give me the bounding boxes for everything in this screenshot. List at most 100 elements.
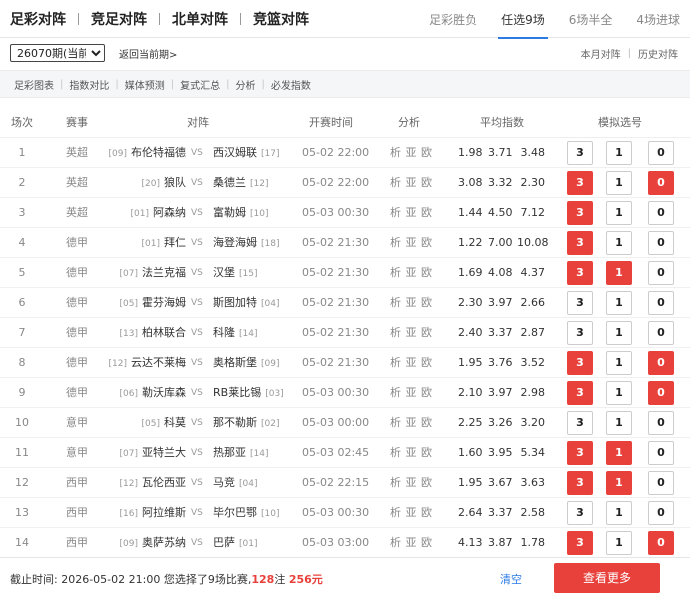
away-team[interactable]: 毕尔巴鄂 [10]: [213, 498, 279, 529]
pick-draw-button[interactable]: 1: [606, 501, 632, 525]
pick-win-button[interactable]: 3: [567, 171, 593, 195]
away-team[interactable]: 桑德兰 [12]: [213, 168, 268, 199]
analysis-links[interactable]: 析 亚 欧: [390, 198, 432, 228]
home-team[interactable]: [07] 亚特兰大: [120, 438, 186, 469]
month-matches-link[interactable]: 本月对阵: [581, 46, 621, 61]
analysis-links[interactable]: 析 亚 欧: [390, 258, 432, 288]
pick-draw-button[interactable]: 1: [606, 201, 632, 225]
pick-draw-button[interactable]: 1: [606, 351, 632, 375]
pick-win-button[interactable]: 3: [567, 531, 593, 555]
home-team[interactable]: [16] 阿拉维斯: [120, 498, 186, 529]
analysis-links[interactable]: 析 亚 欧: [390, 468, 432, 498]
home-team[interactable]: [05] 霍芬海姆: [120, 288, 186, 319]
clear-button[interactable]: 清空: [500, 571, 522, 587]
home-team[interactable]: [12] 云达不莱梅: [109, 348, 186, 379]
away-team[interactable]: 斯图加特 [04]: [213, 288, 279, 319]
pick-lose-button[interactable]: 0: [648, 321, 674, 345]
away-team[interactable]: 巴萨 [01]: [213, 528, 257, 559]
home-team[interactable]: [01] 拜仁: [142, 228, 186, 259]
pick-win-button[interactable]: 3: [567, 411, 593, 435]
pick-draw-button[interactable]: 1: [606, 291, 632, 315]
pick-lose-button[interactable]: 0: [648, 351, 674, 375]
away-team[interactable]: 热那亚 [14]: [213, 438, 268, 469]
pick-lose-button[interactable]: 0: [648, 501, 674, 525]
home-team[interactable]: [01] 阿森纳: [131, 198, 186, 229]
pick-win-button[interactable]: 3: [567, 291, 593, 315]
pick-draw-button[interactable]: 1: [606, 411, 632, 435]
home-team[interactable]: [12] 瓦伦西亚: [120, 468, 186, 499]
main-tab-jinglan[interactable]: 竞篮对阵: [253, 9, 309, 29]
pick-draw-button[interactable]: 1: [606, 321, 632, 345]
pick-lose-button[interactable]: 0: [648, 471, 674, 495]
pick-draw-button[interactable]: 1: [606, 231, 632, 255]
pick-lose-button[interactable]: 0: [648, 411, 674, 435]
pick-lose-button[interactable]: 0: [648, 441, 674, 465]
tool-analysis[interactable]: 分析: [236, 77, 256, 92]
tool-odds-compare[interactable]: 指数对比: [69, 77, 109, 92]
analysis-links[interactable]: 析 亚 欧: [390, 168, 432, 198]
analysis-links[interactable]: 析 亚 欧: [390, 318, 432, 348]
tool-betfair-index[interactable]: 必发指数: [271, 77, 311, 92]
pick-draw-button[interactable]: 1: [606, 531, 632, 555]
pick-lose-button[interactable]: 0: [648, 171, 674, 195]
analysis-links[interactable]: 析 亚 欧: [390, 228, 432, 258]
tool-media-forecast[interactable]: 媒体预测: [125, 77, 165, 92]
analysis-links[interactable]: 析 亚 欧: [390, 498, 432, 528]
sub-tab-banquan[interactable]: 6场半全: [569, 0, 613, 38]
pick-win-button[interactable]: 3: [567, 381, 593, 405]
view-more-button[interactable]: 查看更多: [554, 563, 660, 593]
sub-tab-renxuan9[interactable]: 任选9场: [498, 0, 548, 39]
pick-draw-button[interactable]: 1: [606, 141, 632, 165]
main-tab-beidan[interactable]: 北单对阵: [172, 9, 228, 29]
pick-draw-button[interactable]: 1: [606, 381, 632, 405]
pick-win-button[interactable]: 3: [567, 141, 593, 165]
pick-win-button[interactable]: 3: [567, 321, 593, 345]
away-team[interactable]: 那不勒斯 [02]: [213, 408, 279, 439]
pick-lose-button[interactable]: 0: [648, 531, 674, 555]
analysis-links[interactable]: 析 亚 欧: [390, 138, 432, 168]
main-tab-zucai[interactable]: 足彩对阵: [10, 9, 66, 29]
away-team[interactable]: 汉堡 [15]: [213, 258, 257, 289]
pick-draw-button[interactable]: 1: [606, 261, 632, 285]
history-matches-link[interactable]: 历史对阵: [638, 46, 678, 61]
analysis-links[interactable]: 析 亚 欧: [390, 528, 432, 558]
pick-lose-button[interactable]: 0: [648, 291, 674, 315]
pick-lose-button[interactable]: 0: [648, 231, 674, 255]
pick-win-button[interactable]: 3: [567, 231, 593, 255]
away-team[interactable]: 富勒姆 [10]: [213, 198, 268, 229]
home-team[interactable]: [13] 柏林联合: [120, 318, 186, 349]
pick-draw-button[interactable]: 1: [606, 171, 632, 195]
home-team[interactable]: [07] 法兰克福: [120, 258, 186, 289]
away-team[interactable]: 西汉姆联 [17]: [213, 138, 279, 169]
sub-tab-jinqiu[interactable]: 4场进球: [636, 0, 680, 38]
pick-lose-button[interactable]: 0: [648, 201, 674, 225]
sub-tab-shengfu[interactable]: 足彩胜负: [429, 0, 477, 38]
home-team[interactable]: [05] 科莫: [142, 408, 186, 439]
pick-lose-button[interactable]: 0: [648, 381, 674, 405]
pick-win-button[interactable]: 3: [567, 471, 593, 495]
analysis-links[interactable]: 析 亚 欧: [390, 408, 432, 438]
home-team[interactable]: [09] 布伦特福德: [109, 138, 186, 169]
analysis-links[interactable]: 析 亚 欧: [390, 438, 432, 468]
analysis-links[interactable]: 析 亚 欧: [390, 378, 432, 408]
pick-lose-button[interactable]: 0: [648, 141, 674, 165]
home-team[interactable]: [06] 勒沃库森: [120, 378, 186, 409]
pick-draw-button[interactable]: 1: [606, 471, 632, 495]
home-team[interactable]: [09] 奥萨苏纳: [120, 528, 186, 559]
pick-win-button[interactable]: 3: [567, 441, 593, 465]
analysis-links[interactable]: 析 亚 欧: [390, 288, 432, 318]
away-team[interactable]: 海登海姆 [18]: [213, 228, 279, 259]
away-team[interactable]: 奥格斯堡 [09]: [213, 348, 279, 379]
away-team[interactable]: 马竞 [04]: [213, 468, 257, 499]
away-team[interactable]: RB莱比锡 [03]: [213, 378, 284, 409]
away-team[interactable]: 科隆 [14]: [213, 318, 257, 349]
home-team[interactable]: [20] 狼队: [142, 168, 186, 199]
pick-lose-button[interactable]: 0: [648, 261, 674, 285]
pick-draw-button[interactable]: 1: [606, 441, 632, 465]
main-tab-jingzu[interactable]: 竞足对阵: [91, 9, 147, 29]
pick-win-button[interactable]: 3: [567, 501, 593, 525]
tool-compound-summary[interactable]: 复式汇总: [180, 77, 220, 92]
pick-win-button[interactable]: 3: [567, 261, 593, 285]
pick-win-button[interactable]: 3: [567, 351, 593, 375]
pick-win-button[interactable]: 3: [567, 201, 593, 225]
